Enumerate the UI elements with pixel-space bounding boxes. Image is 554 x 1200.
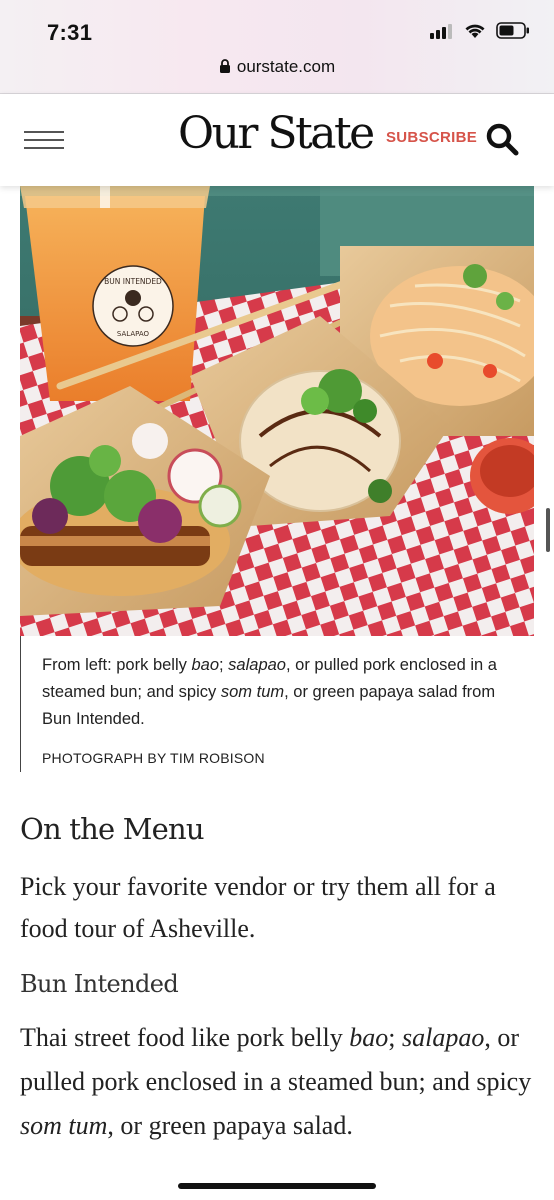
section-heading: On the Menu	[20, 812, 205, 846]
wifi-icon	[465, 24, 485, 38]
search-icon[interactable]	[484, 121, 520, 157]
scrollbar[interactable]	[546, 508, 550, 552]
signal-icon	[430, 23, 452, 39]
address-bar[interactable]: ourstate.com	[0, 57, 554, 79]
home-indicator[interactable]	[178, 1183, 376, 1189]
caption-text: From left: pork belly bao; salapao, or p…	[42, 656, 497, 728]
hamburger-menu-icon[interactable]	[24, 131, 64, 149]
battery-icon	[496, 22, 529, 39]
vendor-paragraph: Thai street food like pork belly bao; sa…	[20, 1023, 532, 1140]
site-header: Our State SUBSCRIBE	[0, 94, 554, 186]
url-text: ourstate.com	[236, 57, 336, 76]
photo-credit: PHOTOGRAPH BY TIM ROBISON	[42, 750, 265, 766]
vendor-heading: Bun Intended	[20, 970, 179, 998]
subscribe-link[interactable]: SUBSCRIBE	[386, 129, 477, 146]
photo-caption: From left: pork belly bao; salapao, or p…	[20, 636, 521, 772]
cup-label-bottom: SALAPAO	[117, 330, 150, 338]
status-time: 7:31	[47, 20, 93, 45]
status-icons	[430, 22, 530, 39]
site-logo[interactable]: Our State	[178, 108, 375, 159]
browser-chrome: 7:31 ourstate.com	[0, 0, 554, 94]
article-photo: BUN INTENDED SALAPAO	[20, 186, 534, 636]
lock-icon	[219, 59, 231, 79]
intro-paragraph: Pick your favorite vendor or try them al…	[20, 872, 496, 943]
cup-label-top: BUN INTENDED	[104, 277, 162, 286]
